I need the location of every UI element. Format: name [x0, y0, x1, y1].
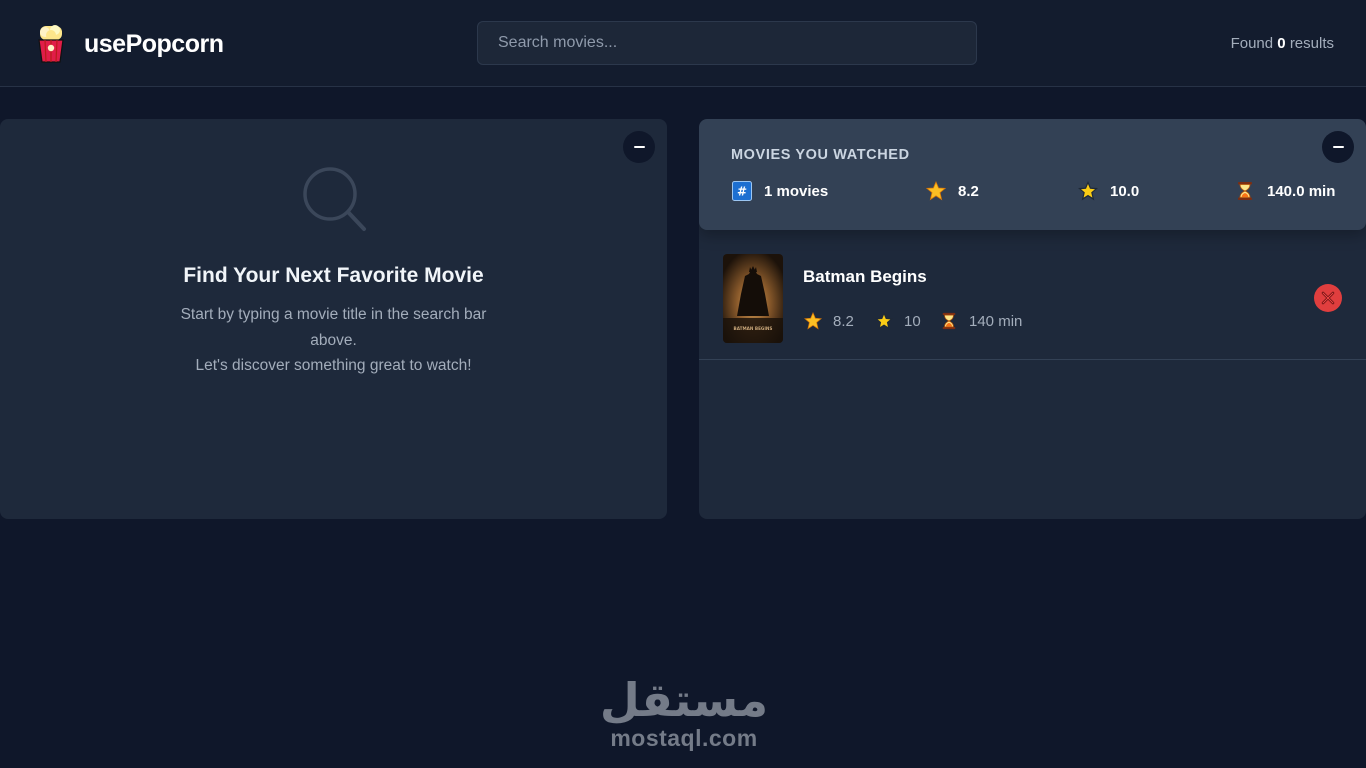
results-count: Found 0 results	[1231, 35, 1334, 52]
results-suffix: results	[1289, 35, 1334, 52]
watermark: مستقل mostaql.com	[600, 672, 768, 756]
close-icon	[1321, 291, 1335, 305]
app-name: usePopcorn	[84, 29, 224, 58]
minus-icon	[1332, 146, 1344, 148]
summary-runtime-value: 140.0 min	[1267, 182, 1336, 200]
collapse-right-button[interactable]	[1322, 131, 1354, 163]
results-prefix: Found	[1230, 35, 1274, 52]
glowing-star-icon	[875, 312, 893, 330]
poster-title: BATMAN BEGINS	[734, 326, 773, 331]
glowing-star-icon	[1078, 181, 1098, 201]
movie-runtime-value: 140 min	[969, 312, 1023, 330]
hash-icon: #	[732, 181, 752, 201]
watermark-text: mostaql.com	[610, 725, 758, 751]
search-input[interactable]	[477, 21, 977, 65]
movie-user-rating: 10	[875, 312, 921, 330]
results-number: 0	[1277, 35, 1286, 52]
movie-title: Batman Begins	[803, 267, 927, 286]
minus-icon	[633, 146, 645, 148]
summary-imdb-value: 8.2	[958, 182, 979, 200]
navbar: usePopcorn Found 0 results	[0, 0, 1366, 87]
star-icon	[804, 312, 822, 330]
search-results-panel: Find Your Next Favorite Movie Start by t…	[0, 119, 667, 519]
summary-movies-value: 1 movies	[764, 182, 829, 200]
summary-user-value: 10.0	[1110, 182, 1140, 200]
search-icon	[303, 167, 366, 231]
empty-state-title: Find Your Next Favorite Movie	[183, 264, 484, 287]
collapse-left-button[interactable]	[623, 131, 655, 163]
watched-summary: MOVIES YOU WATCHED # 1 movies 8.2 10.0 1…	[699, 119, 1366, 230]
svg-text:#: #	[737, 185, 747, 199]
poster-image: BATMAN BEGINS	[723, 254, 783, 343]
empty-state-subtitle: Start by typing a movie title in the sea…	[167, 302, 500, 379]
movie-imdb-rating: 8.2	[804, 312, 854, 330]
movie-poster: BATMAN BEGINS	[723, 254, 783, 343]
empty-state-line-2: Let's discover something great to watch!	[195, 357, 472, 374]
popcorn-icon	[38, 25, 64, 63]
hourglass-icon	[1238, 182, 1252, 200]
summary-user-rating: 10.0	[1078, 181, 1139, 201]
watermark-logo: مستقل	[600, 673, 768, 724]
summary-imdb-rating: 8.2	[926, 181, 979, 201]
summary-runtime: 140.0 min	[1235, 181, 1335, 201]
summary-title: MOVIES YOU WATCHED	[731, 147, 910, 163]
empty-state-line-1: Start by typing a movie title in the sea…	[180, 306, 487, 349]
delete-movie-button[interactable]	[1314, 284, 1342, 312]
movie-runtime: 140 min	[940, 312, 1022, 330]
movie-imdb-value: 8.2	[833, 312, 854, 330]
movie-user-value: 10	[904, 312, 921, 330]
star-icon	[926, 181, 946, 201]
hourglass-icon	[942, 312, 956, 330]
watched-movie-item[interactable]: BATMAN BEGINS Batman Begins 8.2 10 140 m…	[699, 239, 1366, 360]
watermark-arabic: مستقل	[600, 673, 768, 724]
summary-movies-count: # 1 movies	[732, 181, 828, 201]
logo[interactable]: usePopcorn	[36, 24, 224, 64]
watched-panel: MOVIES YOU WATCHED # 1 movies 8.2 10.0 1…	[699, 119, 1366, 519]
